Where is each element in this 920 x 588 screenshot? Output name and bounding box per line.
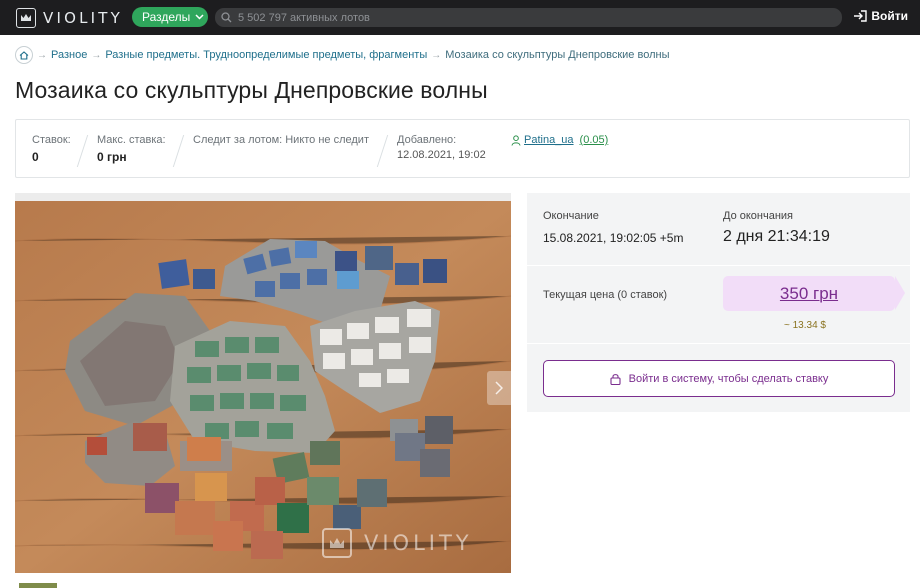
auction-panel: Окончание 15.08.2021, 19:02:05 +5m До ок… — [527, 193, 910, 412]
max-bid-label: Макс. ставка: — [97, 134, 166, 146]
added-label: Добавлено: — [397, 134, 457, 146]
added-value: 12.08.2021, 19:02 — [397, 149, 486, 161]
bids-label: Ставок: — [32, 134, 71, 146]
seller-rating[interactable]: (0.05) — [580, 134, 609, 146]
divider — [172, 135, 185, 167]
logo-text: VIOLITY — [43, 9, 123, 27]
current-price: 350 грн — [723, 276, 905, 311]
bids-count: Ставок: 0 — [32, 134, 71, 164]
breadcrumb-arrow: → — [37, 49, 47, 61]
max-bid-value: 0 грн — [97, 150, 127, 164]
lot-info-box: Ставок: 0 Макс. ставка: 0 грн Следит за … — [15, 119, 910, 178]
panel-divider — [527, 265, 910, 266]
chevron-right-icon — [495, 381, 503, 395]
breadcrumb-current[interactable]: Мозаика со скульптуры Днепровские волны — [445, 49, 669, 61]
divider — [376, 135, 389, 167]
thumbnail-strip-edge[interactable] — [19, 583, 57, 588]
breadcrumb-link-category[interactable]: Разные предметы. Трудноопределимые предм… — [105, 49, 427, 61]
login-to-bid-button[interactable]: Войти в систему, чтобы сделать ставку — [543, 360, 895, 397]
home-icon[interactable] — [15, 46, 33, 64]
gallery-next-button[interactable] — [487, 371, 511, 405]
user-icon — [511, 134, 521, 146]
lot-photo[interactable] — [15, 201, 511, 573]
lock-icon — [610, 373, 621, 385]
watchers: Следит за лотом: Никто не следит — [193, 134, 369, 146]
chevron-down-icon — [195, 14, 204, 20]
max-bid: Макс. ставка: 0 грн — [97, 134, 166, 164]
sections-button-label: Разделы — [142, 10, 191, 24]
bids-value: 0 — [32, 150, 39, 164]
usd-price: ~ 13.34 $ — [784, 320, 826, 331]
violity-watermark: VIOLITY — [322, 528, 473, 558]
violity-logo[interactable]: VIOLITY — [16, 8, 123, 28]
mosaic-photo-illustration — [15, 201, 511, 573]
crown-icon — [16, 8, 36, 28]
end-label: Окончание — [543, 210, 599, 222]
breadcrumb-arrow: → — [91, 49, 102, 61]
watching-text: Следит за лотом: Никто не следит — [193, 134, 369, 146]
breadcrumb-link-misc[interactable]: Разное — [51, 49, 87, 61]
divider — [76, 135, 89, 167]
search-icon — [221, 12, 232, 23]
login-to-bid-label: Войти в систему, чтобы сделать ставку — [628, 372, 829, 385]
login-button[interactable]: Войти — [853, 9, 908, 23]
added-date: Добавлено: 12.08.2021, 19:02 — [397, 134, 486, 161]
search-input[interactable] — [238, 11, 798, 24]
seller-link[interactable]: Patina_ua — [524, 134, 574, 146]
sections-button[interactable]: Разделы — [132, 7, 208, 27]
search-bar[interactable] — [215, 8, 842, 27]
current-price-label[interactable]: Текущая цена (0 ставок) — [543, 289, 667, 301]
breadcrumb: → Разное → Разные предметы. Трудноопреде… — [15, 46, 669, 64]
crown-watermark-icon — [322, 528, 352, 558]
login-label: Войти — [871, 9, 908, 23]
watermark-text: VIOLITY — [364, 531, 473, 555]
remaining-label: До окончания — [723, 210, 794, 222]
login-icon — [854, 10, 868, 22]
gallery-top-strip — [15, 193, 511, 201]
remaining-value: 2 дня 21:34:19 — [723, 228, 830, 245]
panel-divider — [527, 343, 910, 344]
seller-info: Patina_ua (0.05) — [511, 134, 608, 146]
end-value: 15.08.2021, 19:02:05 +5m — [543, 231, 684, 245]
page-title: Мозаика со скульптуры Днепровские волны — [15, 77, 488, 103]
top-navigation-bar: VIOLITY Разделы Войти — [0, 0, 920, 35]
breadcrumb-arrow: → — [431, 49, 442, 61]
